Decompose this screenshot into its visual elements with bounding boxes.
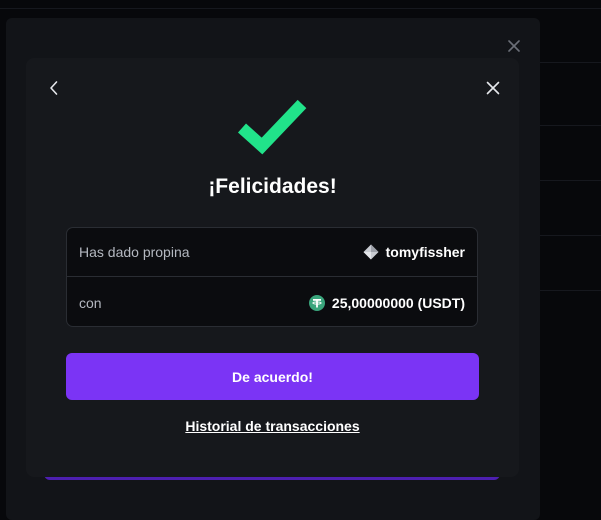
amount-text: 25,00000000 (USDT) bbox=[331, 294, 465, 311]
confirm-button[interactable]: De acuerdo! bbox=[66, 353, 479, 400]
recipient-row: Has dado propina tomyfissher bbox=[67, 228, 477, 277]
recipient-label: Has dado propina bbox=[79, 244, 190, 260]
close-button[interactable] bbox=[483, 78, 503, 98]
chevron-left-icon bbox=[50, 81, 58, 95]
tip-summary-box: Has dado propina tomyfissher con 25,0000… bbox=[66, 227, 478, 327]
amount-row: con 25,00000000 (USDT) bbox=[67, 278, 477, 327]
user-diamond-icon bbox=[363, 244, 379, 260]
amount-value: 25,00000000 (USDT) bbox=[308, 294, 465, 311]
tether-icon bbox=[308, 294, 325, 311]
background-close-icon[interactable] bbox=[505, 37, 523, 55]
recipient-username: tomyfissher bbox=[385, 244, 465, 260]
close-icon bbox=[486, 81, 500, 95]
modal-title: ¡Felicidades! bbox=[208, 175, 337, 198]
transaction-history-link[interactable]: Historial de transacciones bbox=[26, 418, 519, 434]
tip-success-modal: ¡Felicidades! Has dado propina tomyfissh… bbox=[26, 58, 519, 477]
checkmark-icon bbox=[236, 96, 308, 156]
back-button[interactable] bbox=[44, 78, 64, 98]
recipient-value: tomyfissher bbox=[363, 244, 465, 260]
amount-label: con bbox=[79, 294, 102, 311]
